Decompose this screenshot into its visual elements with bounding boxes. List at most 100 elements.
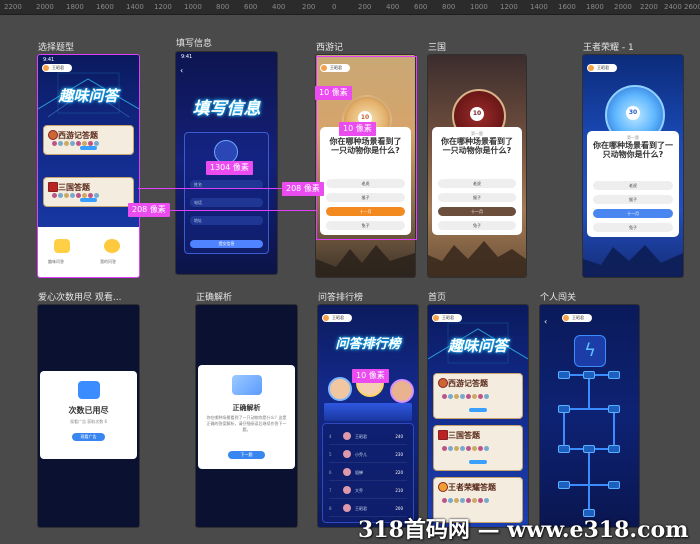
rank-number: 7: [329, 488, 332, 493]
tab-quiz[interactable]: 趣味问答: [48, 259, 64, 265]
bottom-tab-bar: 趣味问答 我的问答: [38, 227, 139, 277]
frame-sanguo[interactable]: 10 第一题 你在哪种场景看到了一只动物你是什么? 老虎 猴子 十一月 兔子: [428, 55, 526, 277]
my-quiz-tab-icon: [104, 239, 120, 253]
frame-label-fill-info[interactable]: 填写信息: [176, 36, 212, 49]
banner-title: 问答排行榜: [335, 337, 401, 352]
frame-label-hearts-used[interactable]: 爱心次数用尽 观看...: [38, 290, 121, 303]
banner-title: 趣味问答: [58, 87, 119, 105]
frame-label-sanguo[interactable]: 三国: [428, 40, 446, 53]
option-b[interactable]: 猴子: [593, 195, 673, 204]
option-d[interactable]: 兔子: [438, 221, 516, 230]
submit-button[interactable]: 提交信息: [190, 240, 263, 248]
level-node[interactable]: [608, 371, 620, 379]
card-emblem-icon: [438, 378, 448, 388]
measure-badge: 10 像素: [352, 369, 389, 383]
correct-modal: 正确解析 你在哪种场景看到了一只动物你是什么？这是正确的答案解析，请仔细阅读后继…: [198, 365, 295, 469]
frame-ranking[interactable]: 王昭君 问答排行榜 4 王昭君 240 5 小乔儿 230 6 貂蝉 220 7…: [318, 305, 418, 527]
play-button[interactable]: [79, 146, 98, 150]
user-pill[interactable]: 王昭君: [322, 314, 352, 322]
question-panel: 第一题 你在哪种场景看到了一只动物你是什么? 老虎 猴子 十一月 兔子: [320, 127, 411, 235]
frame-select-topic[interactable]: 9:41 王昭君 趣味问答 西游记答题 三国答题 趣味问答 我的问答: [38, 55, 139, 277]
ruler-tick-label: 1600: [558, 3, 576, 11]
frame-label-correct[interactable]: 正确解析: [196, 290, 232, 303]
option-d[interactable]: 兔子: [326, 221, 405, 230]
ruler-tick-label: 1400: [530, 3, 548, 11]
ruler-tick-label: 1200: [154, 3, 172, 11]
option-a[interactable]: 老虎: [326, 179, 405, 188]
timer-value: 30: [626, 106, 640, 120]
card-title: 三国答题: [58, 183, 90, 192]
modal-title: 正确解析: [232, 404, 261, 412]
option-d[interactable]: 兔子: [593, 223, 673, 232]
level-node[interactable]: [608, 445, 620, 453]
name-field[interactable]: 姓名: [190, 180, 263, 189]
frame-label-home[interactable]: 首页: [428, 290, 446, 303]
banner-title: 填写信息: [192, 99, 261, 119]
level-node[interactable]: [583, 371, 595, 379]
level-node[interactable]: [558, 371, 570, 379]
ruler-tick-label: 800: [216, 3, 230, 11]
ruler-tick-label: 2200: [640, 3, 658, 11]
option-a[interactable]: 老虎: [438, 179, 516, 188]
frame-label-xiyouji[interactable]: 西游记: [316, 40, 343, 53]
rank-row[interactable]: 6 貂蝉 220: [329, 464, 407, 481]
horizontal-ruler[interactable]: 2200 2000 1800 1600 1400 1200 1000 800 6…: [0, 0, 700, 15]
card-title: 西游记答题: [58, 131, 98, 140]
player-name: 大乔: [355, 488, 363, 493]
option-a[interactable]: 老虎: [593, 181, 673, 190]
option-b[interactable]: 猴子: [438, 193, 516, 202]
question-panel: 第一题 你在哪种场景看到了一只动物你是什么? 老虎 猴子 十一月 兔子: [432, 127, 522, 235]
user-pill[interactable]: 王昭君: [587, 64, 617, 72]
quiz-card-xiyouji[interactable]: 西游记答题: [433, 373, 523, 419]
level-node[interactable]: [558, 481, 570, 489]
watch-ad-button[interactable]: 观看广告: [72, 433, 105, 441]
modal-desc: 观看广告 获取次数 6: [69, 419, 108, 424]
user-pill[interactable]: 王昭君: [320, 64, 350, 72]
question-text: 你在哪种场景看到了一只动物你是什么?: [441, 137, 513, 155]
frame-label-select-topic[interactable]: 选择题型: [38, 40, 74, 53]
option-b[interactable]: 猴子: [326, 193, 405, 202]
play-button[interactable]: [79, 198, 98, 202]
rank-number: 5: [329, 452, 332, 457]
rank-row[interactable]: 5 小乔儿 230: [329, 446, 407, 463]
ruler-tick-label: 2000: [614, 3, 632, 11]
level-node[interactable]: [583, 445, 595, 453]
battle-scene-art: [428, 241, 526, 277]
ruler-tick-label: 200: [302, 3, 316, 11]
rank-row[interactable]: 7 大乔 210: [329, 482, 407, 499]
quiz-card-sanguo[interactable]: 三国答题: [43, 177, 134, 207]
level-node[interactable]: [558, 405, 570, 413]
frame-label-personal[interactable]: 个人闯关: [540, 290, 576, 303]
tab-my-quiz[interactable]: 我的问答: [100, 259, 116, 265]
user-pill[interactable]: 王昭君: [562, 314, 592, 322]
player-score: 210: [395, 488, 403, 493]
player-score: 200: [395, 506, 403, 511]
back-arrow-icon[interactable]: ‹: [180, 66, 183, 75]
frame-correct[interactable]: 正确解析 你在哪种场景看到了一只动物你是什么？这是正确的答案解析，请仔细阅读后继…: [196, 305, 297, 527]
play-button[interactable]: [469, 460, 487, 464]
status-time: 9:41: [43, 57, 55, 63]
frame-label-wangzhe[interactable]: 王者荣耀 - 1: [583, 40, 634, 53]
quiz-card-xiyouji[interactable]: 西游记答题: [43, 125, 134, 155]
back-arrow-icon[interactable]: ‹: [544, 317, 547, 326]
level-node[interactable]: [608, 405, 620, 413]
next-question-button[interactable]: 下一题: [228, 451, 265, 459]
quiz-card-sanguo[interactable]: 三国答题: [433, 425, 523, 471]
address-field[interactable]: 地址: [190, 216, 263, 225]
frame-home[interactable]: 王昭君 趣味问答 西游记答题 三国答题 王者荣耀答题: [428, 305, 528, 527]
option-c-selected[interactable]: 十一月: [593, 209, 673, 218]
frame-personal[interactable]: ‹ 王昭君 ϟ: [540, 305, 639, 527]
frame-hearts-used[interactable]: 次数已用尽 观看广告 获取次数 6 观看广告: [38, 305, 139, 527]
quiz-tab-icon: [54, 239, 70, 253]
option-c-selected[interactable]: 十一月: [438, 207, 516, 216]
play-button[interactable]: [469, 408, 487, 412]
option-c-selected[interactable]: 十一月: [326, 207, 405, 216]
ranking-list: 4 王昭君 240 5 小乔儿 230 6 貂蝉 220 7 大乔 210 8 …: [322, 423, 414, 523]
level-node[interactable]: [608, 481, 620, 489]
frame-label-ranking[interactable]: 问答排行榜: [318, 290, 363, 303]
phone-field[interactable]: 电话: [190, 198, 263, 207]
level-node[interactable]: [558, 445, 570, 453]
modal-desc: 你在哪种场景看到了一只动物你是什么？这是正确的答案解析，请仔细阅读后继续作答下一…: [206, 415, 287, 432]
rank-row[interactable]: 4 王昭君 240: [329, 428, 407, 445]
frame-wangzhe[interactable]: 王昭君 30 第一题 你在哪种场景看到了一只动物你是什么? 老虎 猴子 十一月 …: [583, 55, 683, 277]
